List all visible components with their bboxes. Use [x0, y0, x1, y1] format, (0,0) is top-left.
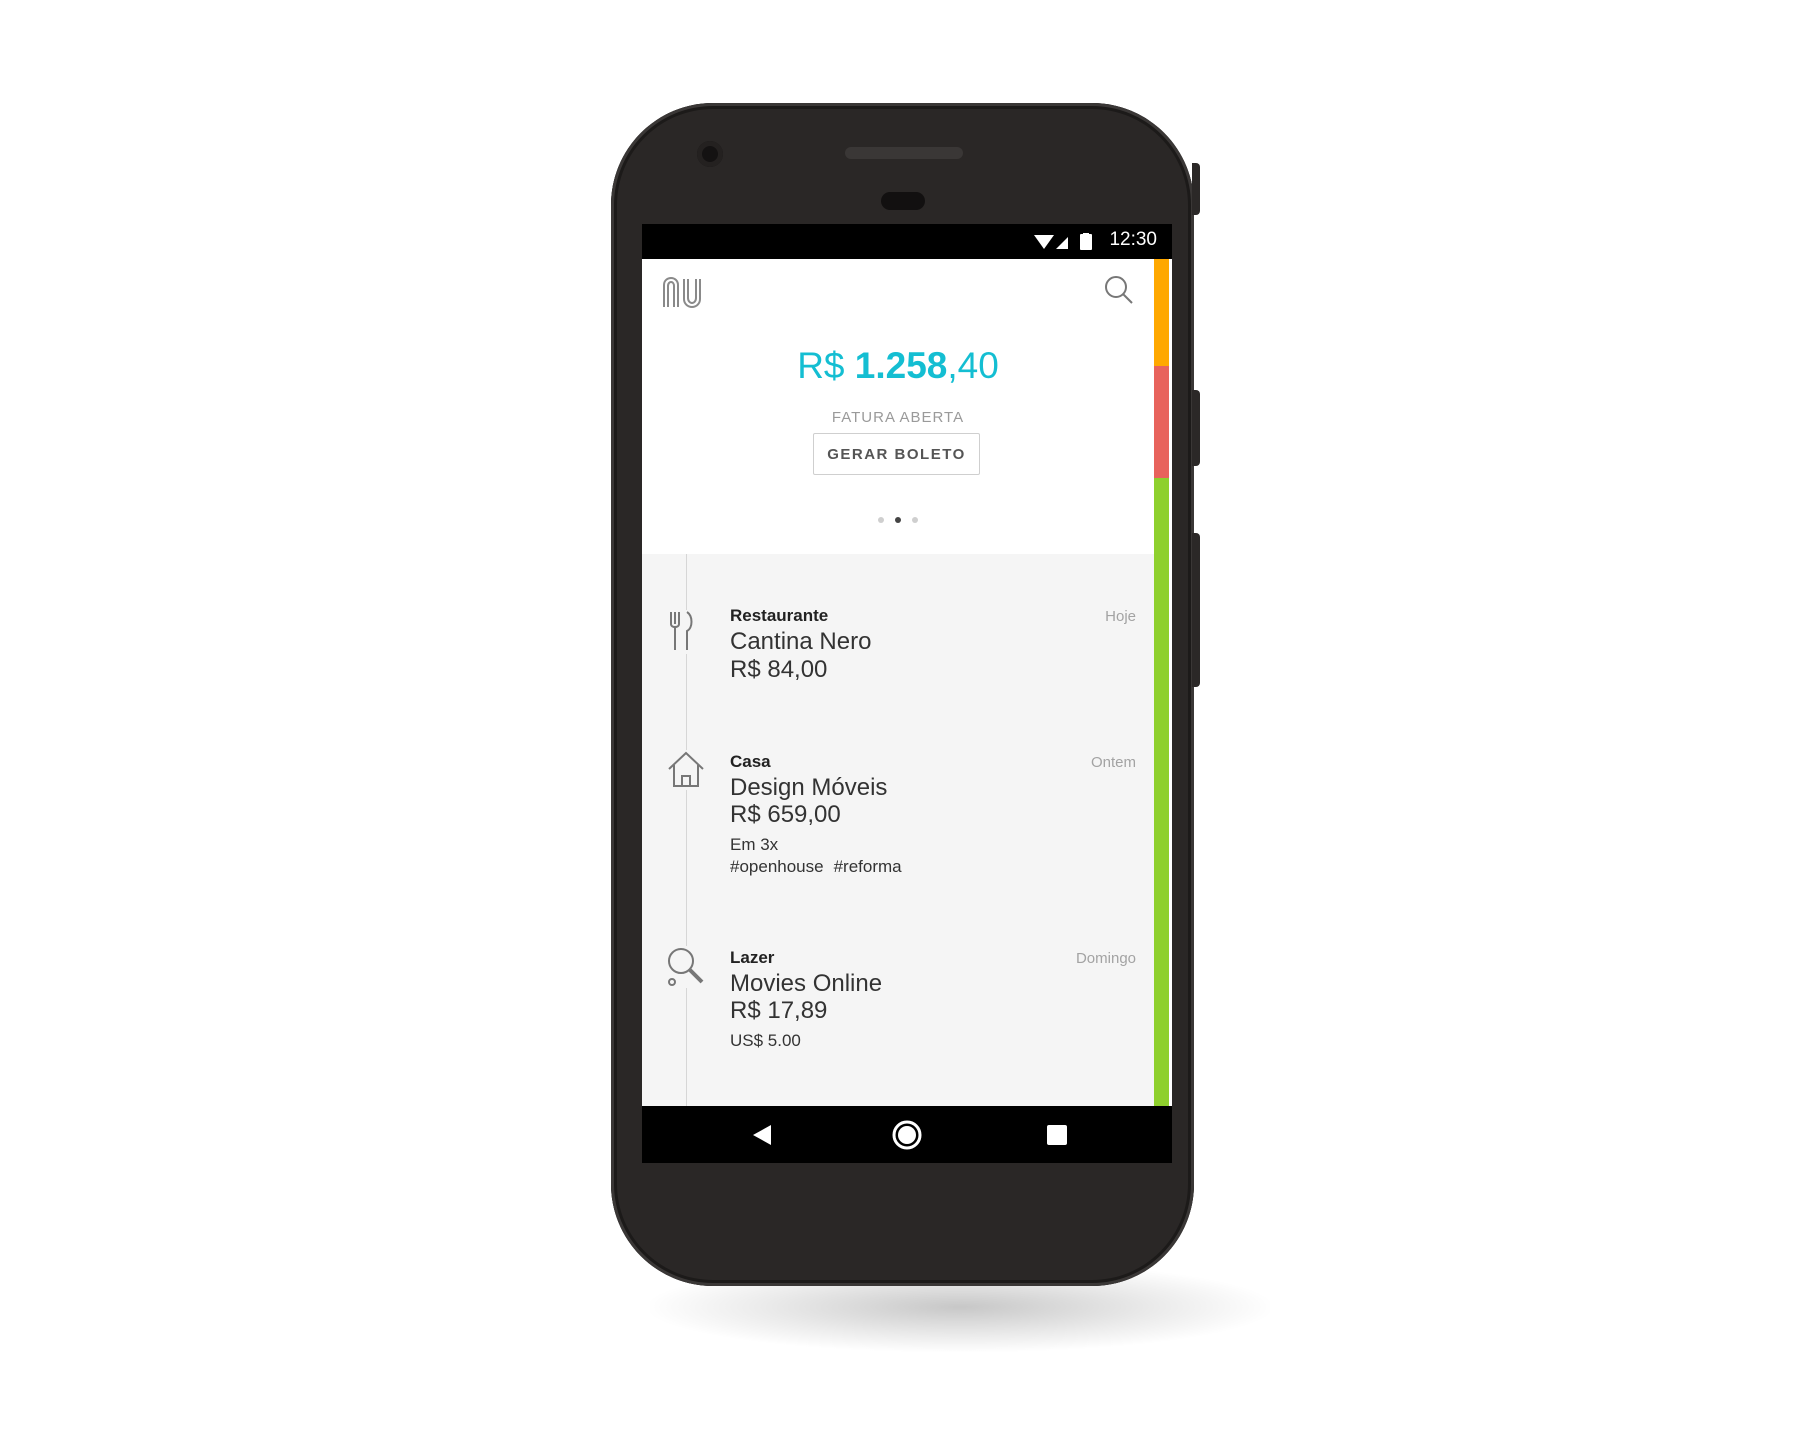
search-icon[interactable] [1104, 275, 1134, 305]
balance-value: 1.258 [854, 345, 948, 386]
limit-bar-open [1154, 259, 1169, 366]
home-button[interactable] [877, 1106, 937, 1163]
transaction-amount: R$ 17,89 [730, 997, 828, 1024]
wifi-icon [1034, 235, 1054, 249]
transaction-amount: R$ 84,00 [730, 656, 828, 683]
screen: 12:30 R$ 1.258,40 FATURA ABERTA GERAR BO… [642, 224, 1172, 1163]
front-camera [697, 141, 723, 167]
transaction-merchant: Design Móveis [730, 774, 888, 801]
phone-frame: 12:30 R$ 1.258,40 FATURA ABERTA GERAR BO… [611, 103, 1200, 1286]
back-button[interactable] [732, 1106, 792, 1163]
transaction-category: Lazer [730, 948, 775, 967]
status-bar: 12:30 [642, 224, 1172, 259]
ping-pong-icon [666, 946, 706, 988]
recents-icon [1047, 1124, 1067, 1145]
transaction-foreign-amount: US$ 5.00 [730, 1031, 801, 1050]
account-header: R$ 1.258,40 FATURA ABERTA GERAR BOLETO [642, 259, 1154, 554]
house-icon [667, 750, 705, 790]
transaction-date: Hoje [1105, 608, 1136, 625]
transaction-merchant: Movies Online [730, 970, 883, 997]
page-dot[interactable] [912, 517, 918, 523]
balance-cents: ,40 [947, 345, 999, 386]
transaction-installments: Em 3x [730, 835, 779, 854]
balance-currency: R$ [797, 345, 855, 386]
page-dot-active[interactable] [895, 517, 901, 523]
recents-button[interactable] [1027, 1106, 1087, 1163]
status-icons [1034, 233, 1092, 250]
transaction-date: Domingo [1075, 950, 1136, 967]
transaction-amount: R$ 659,00 [730, 801, 841, 828]
transaction-category: Casa [730, 752, 771, 771]
transaction-date: Ontem [1090, 754, 1136, 771]
nu-logo[interactable] [662, 277, 706, 309]
android-navigation-bar [642, 1106, 1172, 1163]
limit-bar-future [1154, 366, 1169, 478]
tag-reforma[interactable]: #reforma [834, 857, 902, 876]
side-button-top [1192, 163, 1200, 215]
generate-boleto-button[interactable]: GERAR BOLETO [813, 433, 980, 475]
back-icon [753, 1124, 771, 1145]
transaction-tags: #openhouse #reforma [730, 857, 912, 877]
tag-openhouse[interactable]: #openhouse [730, 857, 824, 876]
status-time: 12:30 [1109, 229, 1157, 250]
battery-icon [1080, 234, 1092, 250]
transaction-merchant: Cantina Nero [730, 628, 872, 655]
home-icon [892, 1120, 922, 1149]
page-dot[interactable] [878, 517, 884, 523]
invoice-status: FATURA ABERTA [831, 409, 965, 426]
volume-button [1192, 533, 1200, 687]
earpiece-speaker [845, 147, 963, 159]
proximity-sensor [881, 192, 925, 210]
transaction-category: Restaurante [730, 606, 829, 625]
limit-bar-available [1154, 478, 1169, 1106]
signal-icon [1056, 237, 1068, 249]
limit-color-bar [1154, 259, 1169, 1106]
page-indicator [878, 516, 918, 524]
power-button [1192, 390, 1200, 466]
transactions-feed: Restaurante Hoje Cantina Nero R$ 84,00 C… [642, 554, 1154, 1106]
fork-knife-icon [666, 610, 696, 654]
invoice-balance: R$ 1.258,40 [642, 345, 1154, 387]
